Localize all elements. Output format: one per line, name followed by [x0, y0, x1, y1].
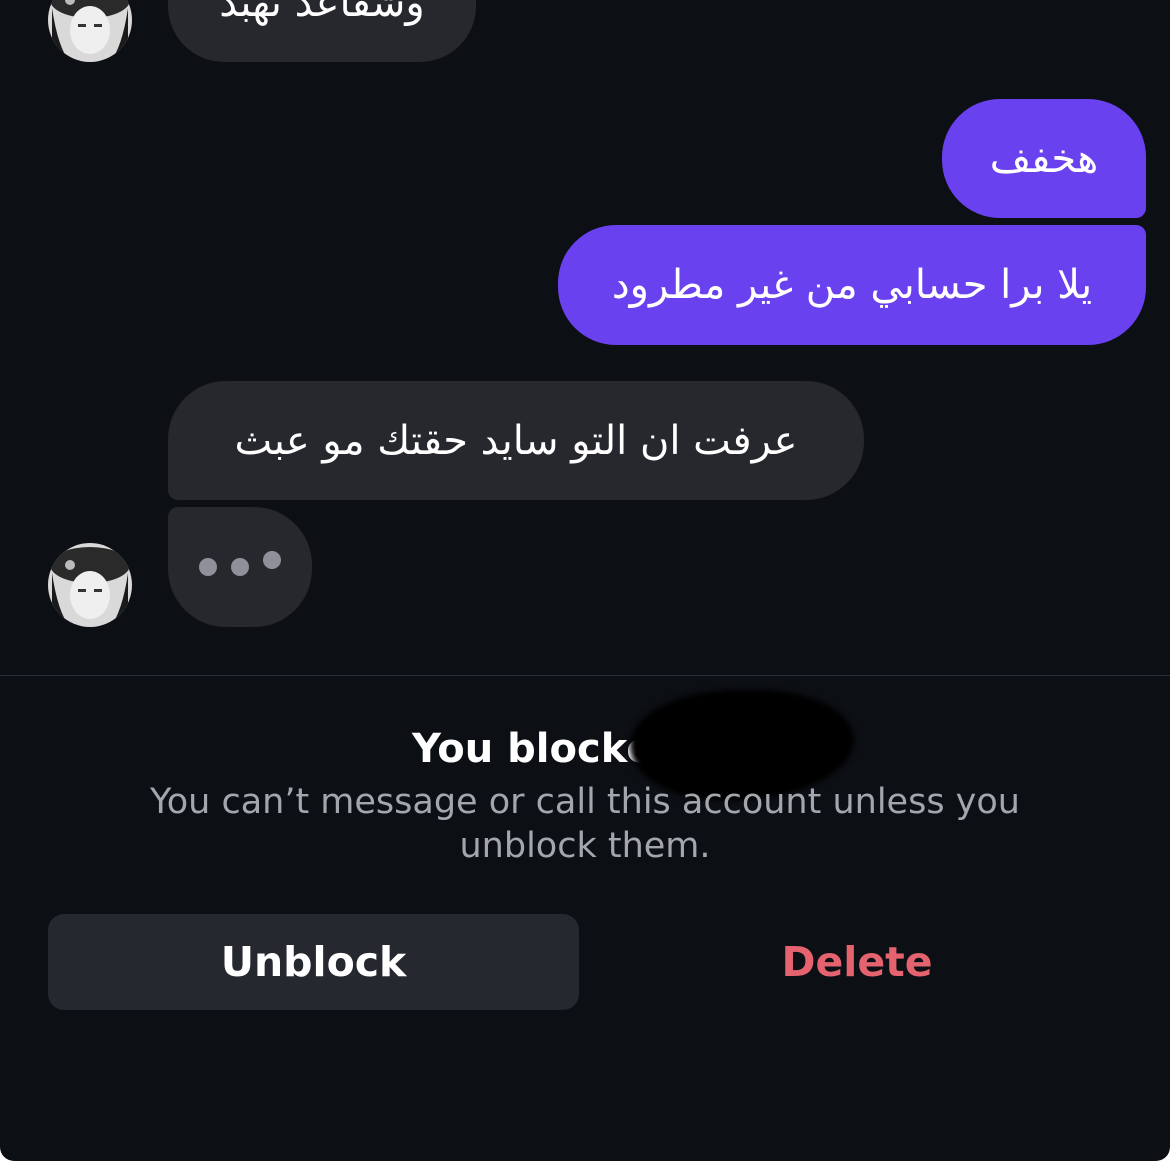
message-text: هخفف: [989, 135, 1099, 182]
typing-dot: [231, 558, 249, 576]
contact-avatar[interactable]: [48, 0, 132, 62]
message-bubble-incoming[interactable]: وشقاعد تهبد: [168, 0, 476, 62]
avatar-photo-icon: [48, 543, 132, 627]
message-bubble-outgoing[interactable]: هخفف: [942, 99, 1146, 218]
typing-dot: [263, 551, 281, 569]
typing-dot: [199, 558, 217, 576]
divider: [0, 675, 1170, 676]
message-text: يلا برا حسابي من غير مطرود: [611, 262, 1093, 308]
contact-avatar[interactable]: [48, 543, 132, 627]
typing-indicator: [168, 507, 312, 627]
block-notice-description: You can’t message or call this account u…: [150, 782, 1020, 866]
message-text: عرفت ان التو سايد حقتك مو عبث: [234, 417, 798, 464]
unblock-button[interactable]: Unblock: [48, 914, 579, 1010]
avatar-photo-icon: [48, 0, 132, 62]
message-text: وشقاعد تهبد: [219, 0, 425, 26]
message-bubble-incoming[interactable]: عرفت ان التو سايد حقتك مو عبث: [168, 381, 864, 500]
message-bubble-outgoing[interactable]: يلا برا حسابي من غير مطرود: [558, 225, 1146, 345]
block-notice-title: You blocke: [412, 726, 654, 772]
delete-button[interactable]: Delete: [592, 914, 1122, 1010]
chat-screen: وشقاعد تهبد هخفف يلا برا حسابي من غير مط…: [0, 0, 1170, 1161]
